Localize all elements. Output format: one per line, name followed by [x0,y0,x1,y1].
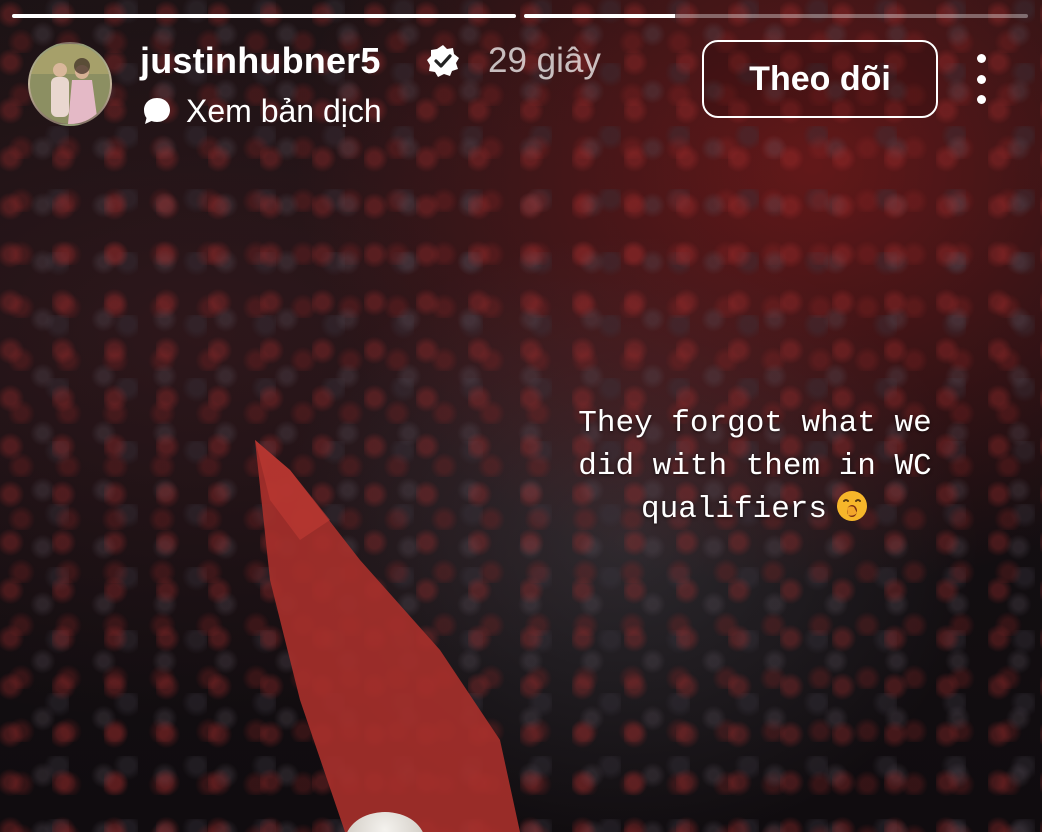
caption-line-last: qualifiers [500,488,1010,531]
caption-line: qualifiers [640,492,828,527]
story-viewer[interactable]: justinhubner5 29 giây Xem bản dịch Theo … [0,0,1042,832]
more-dot [976,74,986,84]
caption-line: did with them in WC [578,449,932,484]
verified-badge-icon [427,45,459,77]
caption-line: They forgot what we [578,406,932,441]
more-vertical-icon[interactable] [966,54,996,104]
progress-segment [524,14,1028,18]
progress-fill [524,14,676,18]
speech-bubble-icon [144,98,170,124]
translate-label: Xem bản dịch [186,93,382,129]
story-caption: They forgot what we did with them in WC … [500,402,1010,531]
yawning-face-emoji [837,491,868,521]
avatar[interactable] [28,42,112,126]
translate-button[interactable]: Xem bản dịch [142,92,382,130]
follow-button[interactable]: Theo dõi [702,40,938,118]
story-progress [12,14,1028,18]
progress-segment [12,14,516,18]
more-dot [976,54,986,63]
avatar-photo [30,44,110,124]
post-timestamp: 29 giây [488,41,601,80]
progress-fill [12,14,516,18]
more-dot [976,95,986,104]
username[interactable]: justinhubner5 [140,40,381,82]
